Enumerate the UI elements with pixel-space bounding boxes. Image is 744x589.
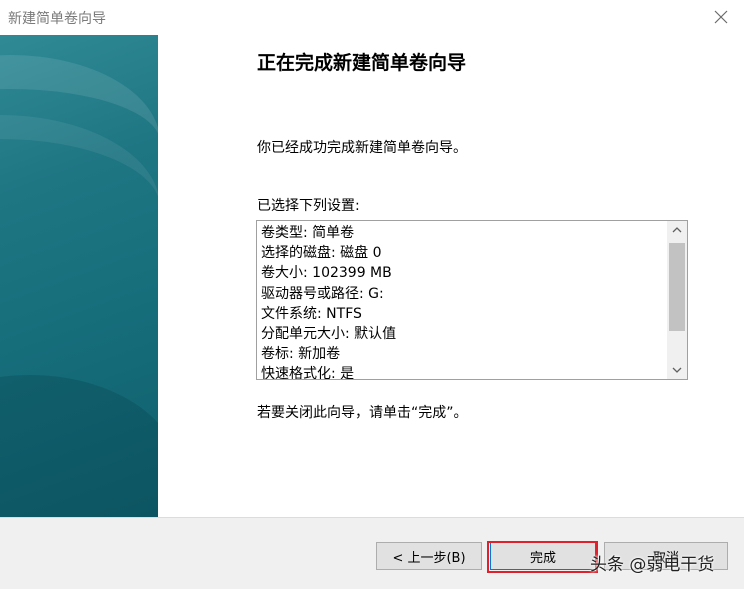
scroll-down-button[interactable]	[667, 361, 687, 379]
back-button[interactable]: < 上一步(B)	[376, 542, 482, 570]
chevron-down-icon	[672, 367, 682, 373]
wizard-window: 新建简单卷向导 正在完成新建简单卷向导 你已经成功完成新建简单卷向导。 已选择下…	[0, 0, 744, 589]
settings-item-volume-label: 卷标: 新加卷	[261, 346, 341, 363]
settings-list: 卷类型: 简单卷 选择的磁盘: 磁盘 0 卷大小: 102399 MB 驱动器号…	[261, 223, 665, 380]
title-bar: 新建简单卷向导	[0, 0, 744, 35]
settings-item-volume-size: 卷大小: 102399 MB	[261, 265, 392, 282]
wizard-side-banner	[0, 35, 158, 517]
close-icon	[714, 10, 728, 24]
page-heading: 正在完成新建简单卷向导	[257, 52, 467, 74]
window-title: 新建简单卷向导	[8, 11, 106, 27]
finish-button[interactable]: 完成	[490, 542, 596, 570]
settings-item-allocation-unit: 分配单元大小: 默认值	[261, 326, 397, 343]
success-message: 你已经成功完成新建简单卷向导。	[257, 140, 467, 156]
watermark: 头条 @弱电干货	[590, 555, 715, 575]
chevron-up-icon	[672, 227, 682, 233]
close-instruction: 若要关闭此向导，请单击“完成”。	[257, 405, 468, 421]
scroll-thumb[interactable]	[669, 243, 685, 331]
settings-scrollbar[interactable]	[667, 221, 687, 379]
settings-item-volume-type: 卷类型: 简单卷	[261, 225, 355, 241]
scroll-up-button[interactable]	[667, 221, 687, 239]
settings-item-quick-format: 快速格式化: 是	[261, 366, 355, 380]
settings-item-file-system: 文件系统: NTFS	[261, 305, 362, 322]
close-button[interactable]	[706, 4, 736, 30]
settings-item-disk: 选择的磁盘: 磁盘 0	[261, 245, 382, 262]
settings-item-drive-letter: 驱动器号或路径: G:	[261, 285, 384, 302]
settings-label: 已选择下列设置:	[257, 198, 360, 214]
settings-summary-box[interactable]: 卷类型: 简单卷 选择的磁盘: 磁盘 0 卷大小: 102399 MB 驱动器号…	[256, 220, 688, 380]
banner-shade	[0, 375, 158, 517]
